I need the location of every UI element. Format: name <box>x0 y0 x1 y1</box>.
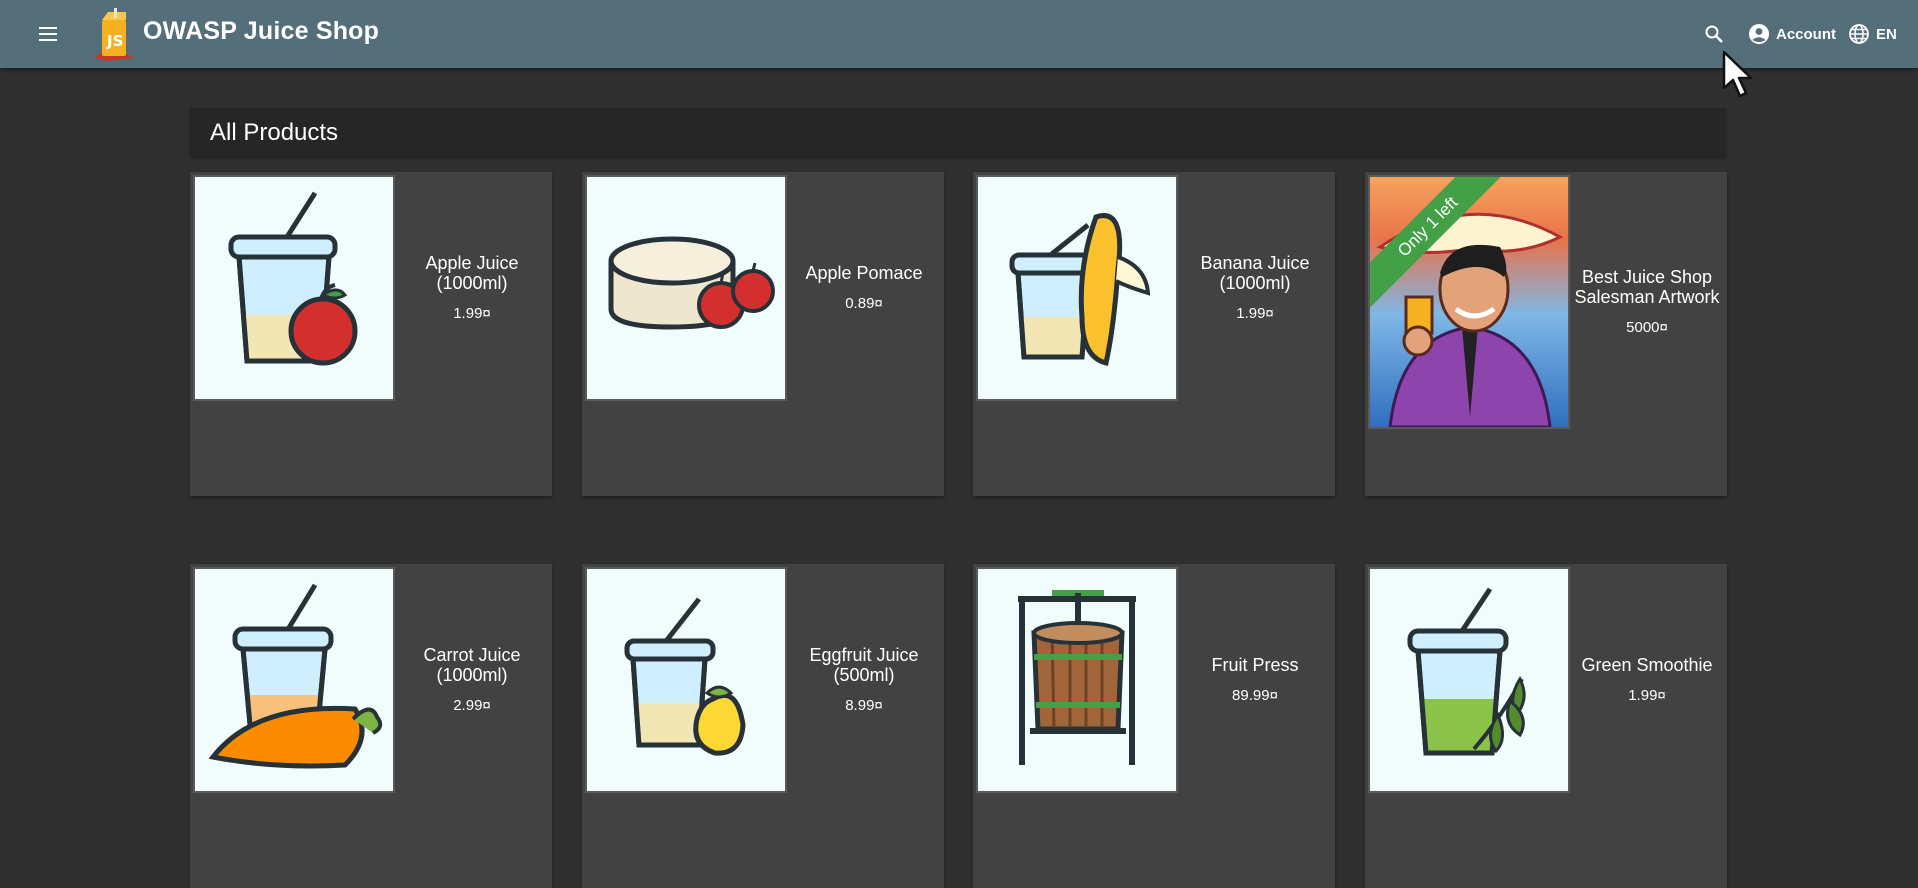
page-title: All Products <box>210 119 339 146</box>
product-info: Fruit Press 89.99¤ <box>1179 564 1331 794</box>
product-info: Eggfruit Juice (500ml) 8.99¤ <box>788 564 940 794</box>
product-card-banana-juice[interactable]: Banana Juice (1000ml) 1.99¤ <box>973 172 1335 496</box>
search-button[interactable] <box>1696 16 1732 52</box>
product-info: Green Smoothie 1.99¤ <box>1571 564 1723 794</box>
product-card-apple-pomace[interactable]: Apple Pomace 0.89¤ <box>582 172 944 496</box>
product-card-eggfruit-juice[interactable]: Eggfruit Juice (500ml) 8.99¤ <box>582 564 944 888</box>
search-icon <box>1705 25 1723 43</box>
product-name: Fruit Press <box>1211 654 1299 675</box>
product-price: 89.99¤ <box>1232 686 1278 704</box>
product-image-carrot-juice <box>193 567 395 793</box>
product-info: Apple Juice (1000ml) 1.99¤ <box>396 172 548 402</box>
app-title[interactable]: OWASP Juice Shop <box>143 17 379 46</box>
svg-text:JS: JS <box>106 32 123 50</box>
language-label: EN <box>1876 25 1897 43</box>
language-button[interactable]: EN <box>1848 18 1897 50</box>
product-price: 2.99¤ <box>453 696 491 714</box>
product-price: 5000¤ <box>1626 318 1668 336</box>
product-name: Green Smoothie <box>1581 654 1713 675</box>
menu-button[interactable] <box>30 16 66 52</box>
product-price: 1.99¤ <box>1236 304 1274 322</box>
product-image-salesman-artwork: Only 1 left <box>1368 175 1570 429</box>
product-price: 1.99¤ <box>453 304 491 322</box>
product-card-green-smoothie[interactable]: Green Smoothie 1.99¤ <box>1365 564 1727 888</box>
product-info: Banana Juice (1000ml) 1.99¤ <box>1179 172 1331 402</box>
product-image-banana-juice <box>976 175 1178 401</box>
account-circle-icon <box>1749 24 1769 44</box>
product-image-eggfruit-juice <box>585 567 787 793</box>
product-name: Apple Pomace <box>805 262 923 283</box>
product-name: Eggfruit Juice (500ml) <box>809 644 919 685</box>
product-info: Apple Pomace 0.89¤ <box>788 172 940 402</box>
account-label: Account <box>1776 25 1836 43</box>
product-image-fruit-press <box>976 567 1178 793</box>
account-button[interactable]: Account <box>1748 18 1836 50</box>
product-name: Apple Juice (1000ml) <box>425 252 519 293</box>
product-name: Banana Juice (1000ml) <box>1200 252 1310 293</box>
product-price: 8.99¤ <box>845 696 883 714</box>
product-image-green-smoothie <box>1368 567 1570 793</box>
product-price: 1.99¤ <box>1628 686 1666 704</box>
mouse-cursor <box>1722 50 1753 98</box>
product-info: Carrot Juice (1000ml) 2.99¤ <box>396 564 548 794</box>
product-image-apple-juice <box>193 175 395 401</box>
product-image-apple-pomace <box>585 175 787 401</box>
product-card-fruit-press[interactable]: Fruit Press 89.99¤ <box>973 564 1335 888</box>
menu-icon <box>39 27 57 41</box>
language-icon <box>1849 24 1869 44</box>
product-name: Best Juice Shop Salesman Artwork <box>1574 266 1720 307</box>
top-toolbar: JS OWASP Juice Shop Account EN <box>0 0 1918 68</box>
product-card-salesman-artwork[interactable]: Only 1 left Best Juice Shop Salesman Art… <box>1365 172 1727 496</box>
products-heading-bar: All Products <box>190 108 1726 156</box>
product-card-carrot-juice[interactable]: Carrot Juice (1000ml) 2.99¤ <box>190 564 552 888</box>
juice-shop-logo[interactable]: JS <box>88 6 138 62</box>
product-card-apple-juice[interactable]: Apple Juice (1000ml) 1.99¤ <box>190 172 552 496</box>
product-info: Best Juice Shop Salesman Artwork 5000¤ <box>1571 172 1723 430</box>
product-price: 0.89¤ <box>845 294 883 312</box>
product-name: Carrot Juice (1000ml) <box>423 644 521 685</box>
